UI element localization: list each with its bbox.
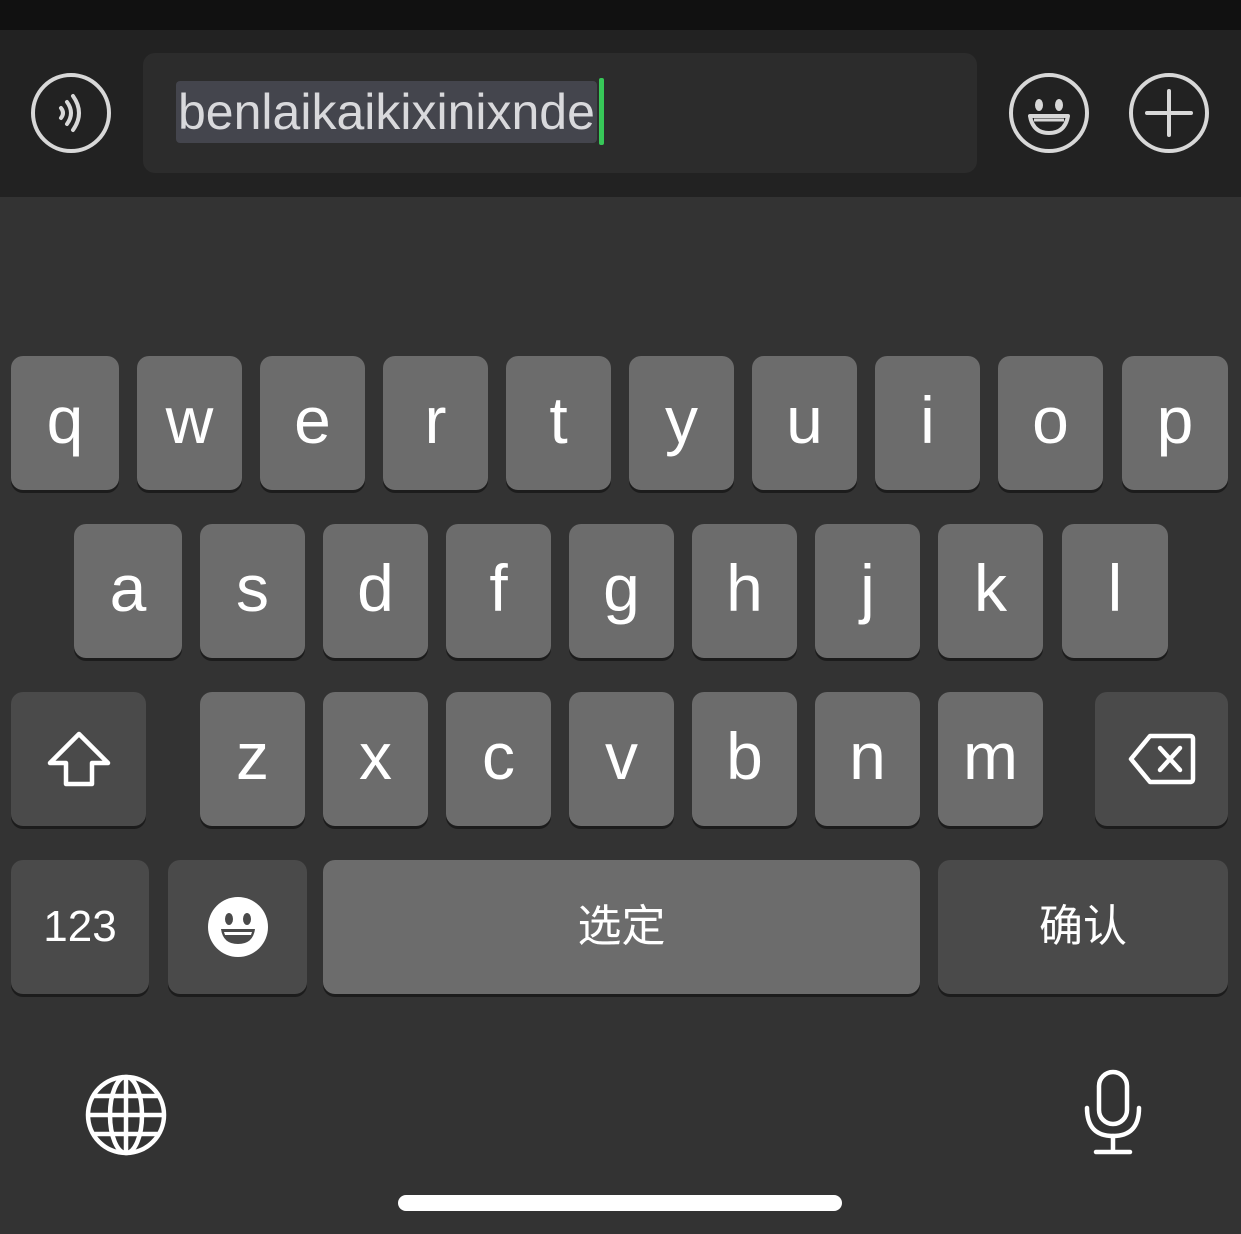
key-label: b	[726, 719, 763, 793]
key-u[interactable]: u	[752, 356, 857, 490]
key-label: w	[165, 383, 214, 457]
typed-text: benlaikaikixinixnde	[176, 81, 597, 143]
key-label: x	[359, 719, 392, 793]
key-label: s	[236, 551, 269, 625]
key-label: q	[46, 383, 84, 457]
emoji-icon	[207, 897, 268, 957]
message-input[interactable]: benlaikaikixinixnde	[143, 53, 977, 173]
key-y[interactable]: y	[629, 356, 734, 490]
confirm-key-label: 确认	[1039, 902, 1127, 951]
key-label: a	[109, 551, 147, 625]
key-n[interactable]: n	[815, 692, 920, 826]
confirm-key[interactable]: 确认	[938, 860, 1228, 994]
space-key-label: 选定	[577, 902, 666, 951]
key-g[interactable]: g	[569, 524, 674, 658]
key-l[interactable]: l	[1062, 524, 1168, 658]
delete-key[interactable]	[1095, 692, 1228, 826]
key-label: k	[974, 551, 1007, 625]
text-caret	[599, 78, 604, 145]
key-r[interactable]: r	[383, 356, 488, 490]
candidate-bar	[0, 197, 1241, 337]
add-button[interactable]	[1129, 73, 1209, 153]
space-key[interactable]: 选定	[323, 860, 920, 994]
key-w[interactable]: w	[137, 356, 242, 490]
microphone-button[interactable]	[1080, 1068, 1146, 1158]
numbers-key[interactable]: 123	[11, 860, 149, 994]
key-label: j	[860, 551, 875, 625]
key-label: y	[665, 383, 698, 457]
key-e[interactable]: e	[260, 356, 365, 490]
emoji-button[interactable]	[1009, 73, 1089, 153]
add-icon	[1145, 89, 1193, 137]
key-label: h	[726, 551, 763, 625]
globe-button[interactable]	[84, 1073, 168, 1157]
shift-key[interactable]	[11, 692, 146, 826]
key-label: u	[786, 383, 823, 457]
numbers-key-label: 123	[43, 902, 117, 951]
home-indicator[interactable]	[398, 1195, 842, 1211]
key-label: m	[963, 719, 1018, 793]
key-label: l	[1107, 551, 1123, 625]
backspace-icon	[1128, 733, 1195, 785]
key-label: v	[605, 719, 638, 793]
key-label: g	[603, 551, 640, 625]
key-d[interactable]: d	[323, 524, 428, 658]
key-label: r	[424, 383, 447, 457]
emoji-icon	[1028, 99, 1070, 135]
key-i[interactable]: i	[875, 356, 980, 490]
key-p[interactable]: p	[1122, 356, 1228, 490]
key-b[interactable]: b	[692, 692, 797, 826]
key-a[interactable]: a	[74, 524, 182, 658]
voice-message-button[interactable]	[31, 73, 111, 153]
key-label: e	[294, 383, 331, 457]
key-label: i	[920, 383, 935, 457]
key-v[interactable]: v	[569, 692, 674, 826]
microphone-icon	[1084, 1069, 1142, 1155]
key-label: p	[1156, 383, 1194, 457]
key-label: f	[489, 551, 508, 625]
key-t[interactable]: t	[506, 356, 611, 490]
key-o[interactable]: o	[998, 356, 1103, 490]
key-h[interactable]: h	[692, 524, 797, 658]
key-label: t	[549, 383, 568, 457]
key-label: z	[236, 719, 269, 793]
key-s[interactable]: s	[200, 524, 305, 658]
emoji-key[interactable]	[168, 860, 307, 994]
key-q[interactable]: q	[11, 356, 119, 490]
keyboard-screen: benlaikaikixinixnde q w e r t y u i o p …	[0, 0, 1241, 1234]
key-m[interactable]: m	[938, 692, 1043, 826]
key-f[interactable]: f	[446, 524, 551, 658]
globe-icon	[85, 1074, 167, 1156]
key-c[interactable]: c	[446, 692, 551, 826]
key-j[interactable]: j	[815, 524, 920, 658]
chat-input-bar: benlaikaikixinixnde	[0, 30, 1241, 197]
key-label: n	[849, 719, 886, 793]
top-strip	[0, 0, 1241, 30]
key-label: d	[357, 551, 394, 625]
key-label: o	[1032, 383, 1069, 457]
key-x[interactable]: x	[323, 692, 428, 826]
voice-message-icon	[59, 94, 81, 132]
shift-icon	[47, 731, 110, 787]
key-k[interactable]: k	[938, 524, 1043, 658]
key-z[interactable]: z	[200, 692, 305, 826]
key-label: c	[482, 719, 515, 793]
